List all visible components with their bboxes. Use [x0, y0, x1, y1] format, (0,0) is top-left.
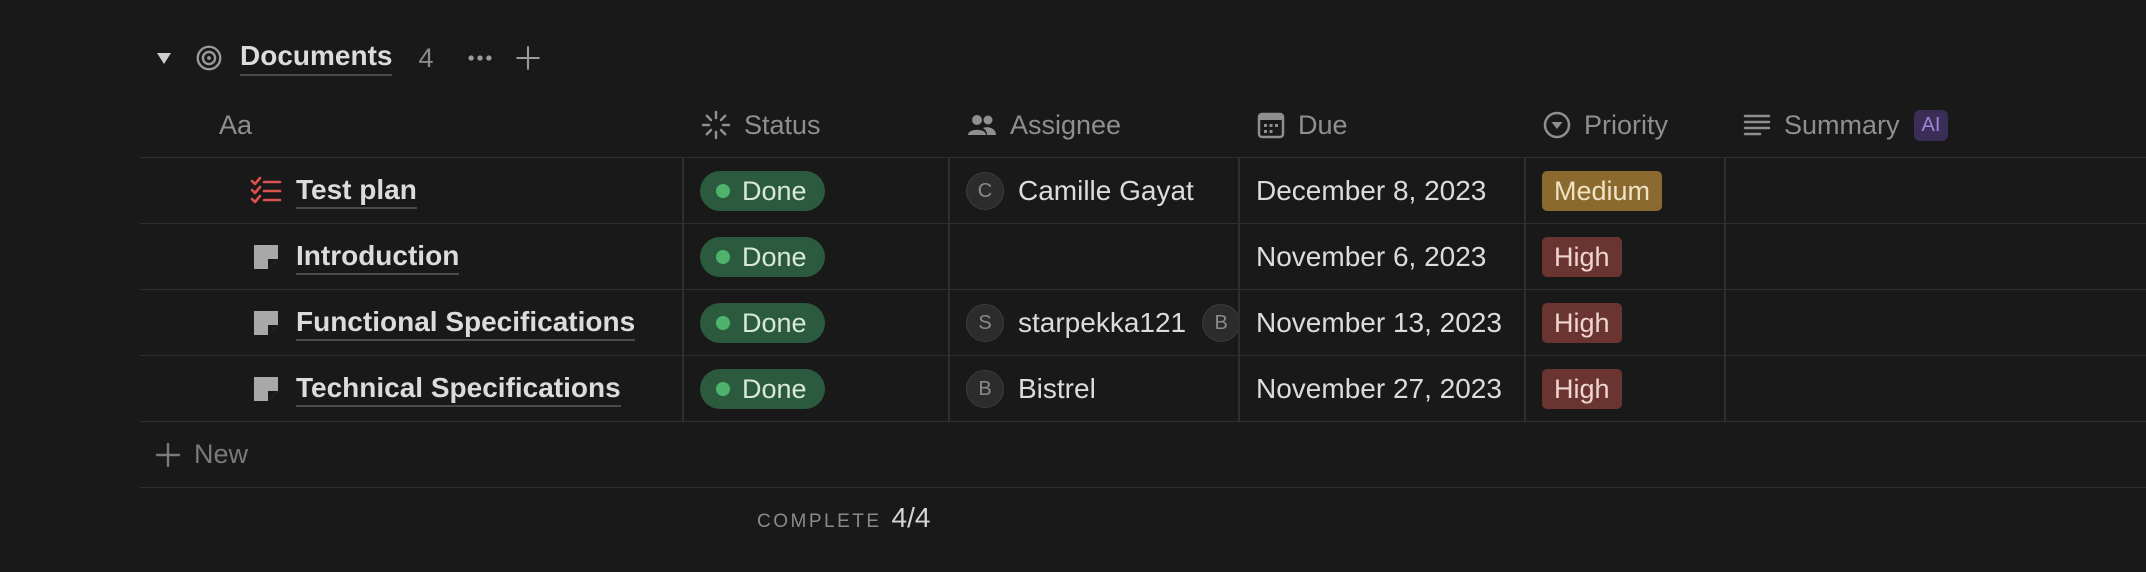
- column-due-label: Due: [1298, 109, 1348, 140]
- group-header: Documents 4: [150, 34, 558, 82]
- plus-icon: [155, 442, 181, 467]
- table-row[interactable]: Introduction Done November 6, 2023 High: [140, 224, 2146, 290]
- add-item-button[interactable]: [510, 40, 546, 76]
- column-status-label: Status: [744, 109, 821, 140]
- avatar: S: [966, 304, 1004, 342]
- due-date[interactable]: December 8, 2023: [1256, 158, 1486, 224]
- assignee-name: starpekka121: [1018, 307, 1187, 338]
- document-icon: [250, 373, 282, 405]
- priority-badge[interactable]: High: [1542, 303, 1622, 343]
- status-label: Done: [742, 175, 807, 206]
- avatar: C: [966, 172, 1004, 210]
- calculation-label: COMPLETE: [757, 511, 882, 532]
- column-summary[interactable]: Summary AI: [1742, 92, 1949, 158]
- table-row[interactable]: Technical Specifications Done B Bistrel …: [140, 356, 2146, 422]
- status-spinner-icon: [701, 110, 731, 140]
- row-name[interactable]: Functional Specifications: [250, 290, 636, 356]
- priority-badge[interactable]: Medium: [1542, 171, 1663, 211]
- documents-table: Aa Status Assignee Due Priority Summary …: [140, 92, 2146, 488]
- status-dot: [716, 184, 730, 198]
- column-assignee[interactable]: Assignee: [966, 92, 1121, 158]
- status-dot: [716, 382, 730, 396]
- status-label: Done: [742, 241, 807, 272]
- more-icon: [467, 55, 492, 61]
- column-status[interactable]: Status: [700, 92, 821, 158]
- row-title[interactable]: Test plan: [296, 174, 417, 209]
- target-icon: [194, 42, 226, 74]
- avatar: B: [1202, 304, 1238, 342]
- priority-badge[interactable]: High: [1542, 369, 1622, 409]
- status-badge[interactable]: Done: [700, 237, 825, 277]
- status-calculation[interactable]: COMPLETE 4/4: [757, 502, 930, 534]
- more-options-button[interactable]: [462, 40, 498, 76]
- table-row[interactable]: Functional Specifications Done S starpek…: [140, 290, 2146, 356]
- people-icon: [968, 115, 996, 135]
- new-label: New: [194, 439, 249, 469]
- status-badge[interactable]: Done: [700, 303, 825, 343]
- status-label: Done: [742, 373, 807, 404]
- assignee-cell[interactable]: S starpekka121 B: [966, 290, 1238, 356]
- table-header: Aa Status Assignee Due Priority Summary …: [140, 92, 2146, 158]
- column-name-label: Aa: [219, 109, 253, 140]
- status-badge[interactable]: Done: [700, 369, 825, 409]
- priority-badge[interactable]: High: [1542, 237, 1622, 277]
- table-row[interactable]: Test plan Done C Camille Gayat December …: [140, 158, 2146, 224]
- row-name[interactable]: Introduction: [250, 224, 460, 290]
- column-assignee-label: Assignee: [1010, 109, 1122, 140]
- status-dot: [716, 250, 730, 264]
- assignee-name: Camille Gayat: [1018, 175, 1194, 206]
- checklist-icon: [250, 175, 282, 207]
- column-priority[interactable]: Priority: [1542, 92, 1668, 158]
- row-title[interactable]: Functional Specifications: [296, 306, 636, 341]
- document-icon: [250, 241, 282, 273]
- group-title[interactable]: Documents: [240, 40, 393, 76]
- calendar-icon: [1257, 112, 1285, 139]
- due-date[interactable]: November 6, 2023: [1256, 224, 1486, 290]
- row-name[interactable]: Technical Specifications: [250, 356, 621, 422]
- avatar: B: [966, 370, 1004, 408]
- column-due[interactable]: Due: [1256, 92, 1348, 158]
- group-count: 4: [418, 42, 434, 73]
- column-summary-label: Summary: [1784, 109, 1900, 140]
- row-name[interactable]: Test plan: [250, 158, 417, 224]
- due-date[interactable]: November 13, 2023: [1256, 290, 1502, 356]
- document-icon: [250, 307, 282, 339]
- row-title[interactable]: Technical Specifications: [296, 372, 621, 407]
- collapse-toggle[interactable]: [150, 44, 178, 72]
- ai-badge: AI: [1913, 109, 1949, 141]
- status-dot: [716, 316, 730, 330]
- due-date[interactable]: November 27, 2023: [1256, 356, 1502, 422]
- column-name[interactable]: Aa: [219, 92, 252, 158]
- status-badge[interactable]: Done: [700, 171, 825, 211]
- calculation-value: 4/4: [891, 502, 931, 533]
- column-priority-label: Priority: [1584, 109, 1669, 140]
- new-row-button[interactable]: New: [140, 422, 2146, 488]
- plus-icon: [515, 46, 540, 70]
- text-lines-icon: [1743, 114, 1771, 136]
- assignee-name: Bistrel: [1018, 373, 1096, 404]
- status-label: Done: [742, 307, 807, 338]
- row-title[interactable]: Introduction: [296, 240, 460, 275]
- triangle-down-icon: [157, 53, 171, 64]
- select-circle-icon: [1543, 111, 1571, 139]
